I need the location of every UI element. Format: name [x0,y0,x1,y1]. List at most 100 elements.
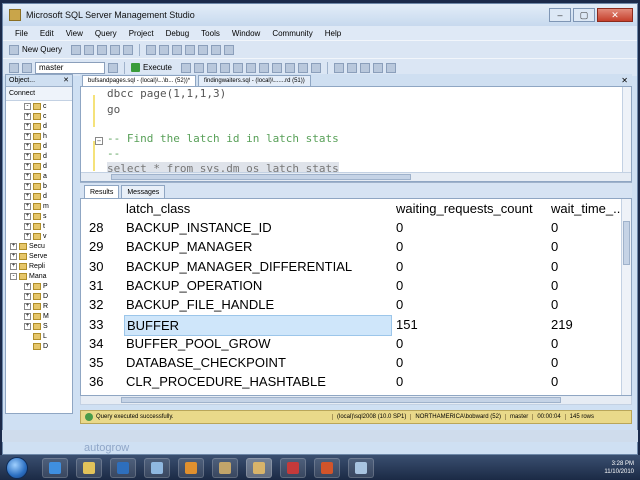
db-engine-query-icon[interactable] [84,44,95,55]
menu-help[interactable]: Help [325,29,341,38]
specify-values-icon[interactable] [385,62,396,73]
tree-node[interactable]: + b [6,181,72,191]
uncomment-icon[interactable] [346,62,357,73]
tree-node[interactable]: + m [6,201,72,211]
taskbar-outlook[interactable] [178,457,204,478]
tree-node[interactable]: + d [6,161,72,171]
tree-node[interactable]: D [6,341,72,351]
taskbar-app10[interactable] [348,457,374,478]
row-number-cell[interactable]: 30 [89,257,119,276]
tree-node[interactable]: + d [6,191,72,201]
waiting-requests-count-cell[interactable]: 0 [396,276,403,295]
expand-toggle-icon[interactable]: + [10,252,17,260]
expand-toggle-icon[interactable]: + [24,122,31,130]
intellisense-icon[interactable] [245,62,256,73]
expand-toggle-icon[interactable]: + [10,262,17,270]
waiting-requests-count-cell[interactable]: 0 [396,334,403,353]
expand-toggle-icon[interactable]: + [24,142,31,150]
waiting-requests-count-cell[interactable]: 0 [396,295,403,314]
execute-button[interactable]: Execute [143,63,172,72]
tab-bufsandpages[interactable]: bufsandpages.sql - (local)\...\b... (52)… [82,75,197,86]
comment-icon[interactable] [333,62,344,73]
results-to-text-icon[interactable] [284,62,295,73]
tree-node[interactable]: + D [6,291,72,301]
connect-dropdown[interactable]: Connect [9,90,35,97]
object-explorer-icon[interactable] [211,44,222,55]
taskbar-tools[interactable] [212,457,238,478]
pin-icon[interactable]: ✕ [63,75,69,86]
row-number-cell[interactable]: 31 [89,276,119,295]
available-databases-select[interactable]: master [35,61,105,74]
expand-toggle-icon[interactable]: + [24,202,31,210]
grid-horizontal-scrollbar[interactable] [80,396,632,405]
decrease-indent-icon[interactable] [359,62,370,73]
menu-debug[interactable]: Debug [166,29,190,38]
taskbar-media[interactable] [110,457,136,478]
taskbar-powerpoint[interactable] [314,457,340,478]
wait-time-cell[interactable]: 0 [551,295,558,314]
row-number-cell[interactable]: 32 [89,295,119,314]
display-plan-icon[interactable] [219,62,230,73]
latch-class-cell[interactable]: CLR_PROCEDURE_HASHTABLE [126,372,326,391]
registered-servers-icon[interactable] [198,44,209,55]
xmla-query-icon[interactable] [123,44,134,55]
latch-class-cell[interactable]: BUFFER_POOL_GROW [126,334,270,353]
latch-class-cell[interactable]: BACKUP_INSTANCE_ID [126,218,272,237]
wait-time-cell[interactable]: 0 [551,257,558,276]
table-row[interactable]: 35 DATABASE_CHECKPOINT 0 0 [81,353,631,372]
query-designer-icon[interactable] [232,62,243,73]
start-button[interactable] [6,456,28,479]
row-number-cell[interactable]: 33 [89,315,119,334]
grid-vertical-scrollbar[interactable] [621,199,631,395]
editor-vertical-scrollbar[interactable] [622,87,631,172]
increase-indent-icon[interactable] [372,62,383,73]
tab-results[interactable]: Results [84,185,120,198]
waiting-requests-count-cell[interactable]: 0 [396,353,403,372]
table-row[interactable]: 29 BACKUP_MANAGER 0 0 [81,237,631,256]
table-row[interactable]: 36 CLR_PROCEDURE_HASHTABLE 0 0 [81,372,631,391]
tree-node[interactable]: + c [6,111,72,121]
tree-node[interactable]: + S [6,321,72,331]
save-icon[interactable] [159,44,170,55]
latch-class-cell[interactable]: BUFFER [124,314,392,336]
tree-node[interactable]: + s [6,211,72,221]
expand-toggle-icon[interactable]: + [24,162,31,170]
expand-toggle-icon[interactable]: + [24,192,31,200]
menu-file[interactable]: File [15,29,28,38]
expand-toggle-icon[interactable]: + [24,172,31,180]
table-row[interactable]: 33 BUFFER 151 219 [81,314,631,336]
client-stats-icon[interactable] [271,62,282,73]
taskbar-explorer[interactable] [76,457,102,478]
latch-class-cell[interactable]: BACKUP_FILE_HANDLE [126,295,274,314]
table-row[interactable]: 34 BUFFER_POOL_GROW 0 0 [81,334,631,353]
tree-node[interactable]: -c [6,101,72,111]
close-button[interactable]: ✕ [597,8,633,22]
mdx-query-icon[interactable] [110,44,121,55]
expand-toggle-icon[interactable]: - [10,272,17,280]
sql-code-editor[interactable]: dbcc page(1,1,1,3) go − -- Find the latc… [80,86,632,182]
menu-project[interactable]: Project [129,29,154,38]
row-number-cell[interactable]: 34 [89,334,119,353]
taskbar-ie[interactable] [42,457,68,478]
latch-class-cell[interactable]: BACKUP_MANAGER [126,237,252,256]
menu-view[interactable]: View [66,29,83,38]
analysis-query-icon[interactable] [97,44,108,55]
dropdown-chevron-icon[interactable] [108,62,118,73]
taskbar-app8[interactable] [280,457,306,478]
expand-toggle-icon[interactable]: + [24,112,31,120]
taskbar-ssms[interactable] [246,457,272,478]
row-number-cell[interactable]: 28 [89,218,119,237]
latch-class-cell[interactable]: BACKUP_OPERATION [126,276,262,295]
expand-toggle-icon[interactable]: + [24,132,31,140]
menu-community[interactable]: Community [272,29,312,38]
waiting-requests-count-cell[interactable]: 0 [396,372,403,391]
open-icon[interactable] [146,44,157,55]
latch-class-cell[interactable]: BACKUP_MANAGER_DIFFERENTIAL [126,257,352,276]
expand-toggle-icon[interactable]: + [10,242,17,250]
include-plan-icon[interactable] [258,62,269,73]
new-query-button[interactable]: New Query [22,45,62,54]
waiting-requests-count-cell[interactable]: 151 [396,315,418,334]
expand-toggle-icon[interactable]: + [24,322,31,330]
waiting-requests-count-cell[interactable]: 0 [396,218,403,237]
save-all-icon[interactable] [172,44,183,55]
